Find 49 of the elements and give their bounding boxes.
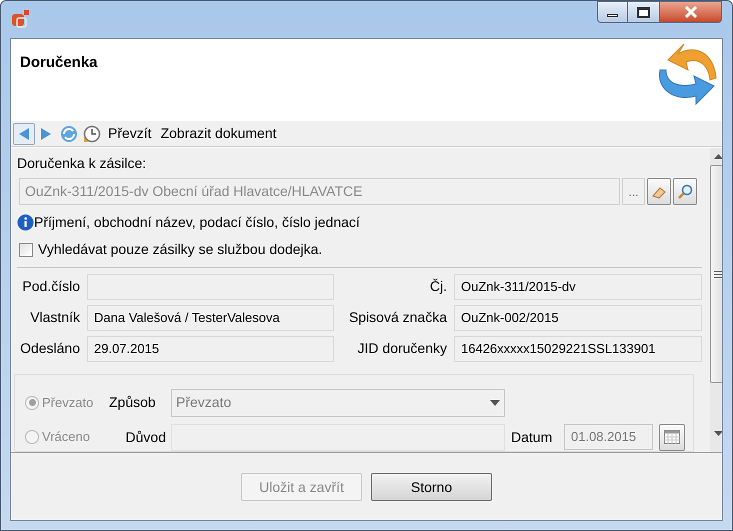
back-button[interactable] [13, 122, 35, 144]
method-dropdown[interactable]: Převzato [171, 388, 505, 417]
calendar-button[interactable] [659, 424, 685, 451]
field-label: Pod.číslo [21, 277, 80, 296]
reason-field[interactable] [171, 424, 505, 451]
field-value: 16426xxxxx15029221SSL133901 [454, 336, 702, 362]
radio-label: Vráceno [42, 428, 90, 446]
calendar-icon [664, 430, 680, 444]
maximize-button[interactable] [628, 1, 659, 23]
close-button[interactable] [659, 1, 722, 23]
search-label: Doručenka k zásilce: [17, 154, 148, 173]
scroll-down-icon[interactable] [714, 431, 722, 436]
method-label: Způsob [109, 393, 157, 412]
checkbox[interactable] [19, 242, 33, 256]
back-icon [18, 126, 30, 140]
field-value: 29.07.2015 [87, 336, 334, 362]
search-button[interactable] [673, 178, 697, 205]
field-label: Spisová značka [348, 308, 447, 328]
field-label: Vlastník [29, 308, 80, 328]
toolbar-action[interactable]: Zobrazit dokument [158, 123, 279, 144]
eraser-icon [651, 184, 667, 198]
checkbox-label: Vyhledávat pouze zásilky se službou dodejka. [38, 240, 322, 259]
grip-icon [714, 270, 722, 278]
forward-icon[interactable] [40, 126, 52, 140]
field-label: Odesláno [19, 339, 80, 358]
scroll-thumb[interactable] [710, 165, 722, 383]
dialog-button[interactable]: Storno [371, 473, 492, 501]
dialog-title: Doručenka [20, 53, 98, 73]
edit-button[interactable] [647, 178, 671, 205]
field-value: OuZnk-002/2015 [454, 304, 702, 331]
toolbar-action[interactable]: Převzít [106, 123, 154, 144]
clock-icon[interactable] [83, 124, 101, 142]
scroll-up-icon[interactable] [714, 154, 722, 159]
field-value: OuZnk-311/2015-dv [454, 274, 702, 300]
search-icon [677, 184, 693, 200]
radio-label: Převzato [42, 394, 94, 412]
app-icon [11, 9, 31, 29]
close-icon [684, 6, 698, 18]
scrollbar[interactable] [710, 148, 722, 452]
minimize-button[interactable] [597, 1, 628, 23]
info-icon [17, 214, 34, 231]
reason-label: Důvod [124, 428, 167, 447]
hint-text: Příjmení, obchodní název, podací číslo, číslo jednací [34, 213, 360, 232]
field-value: Dana Valešová / TesterValesova [87, 304, 334, 331]
field-label: Čj. [428, 277, 447, 296]
dropdown-caret-icon [490, 400, 500, 406]
refresh-icon[interactable] [60, 124, 78, 142]
date-label: Datum [511, 428, 554, 447]
field-label: JID doručenky [356, 339, 447, 358]
